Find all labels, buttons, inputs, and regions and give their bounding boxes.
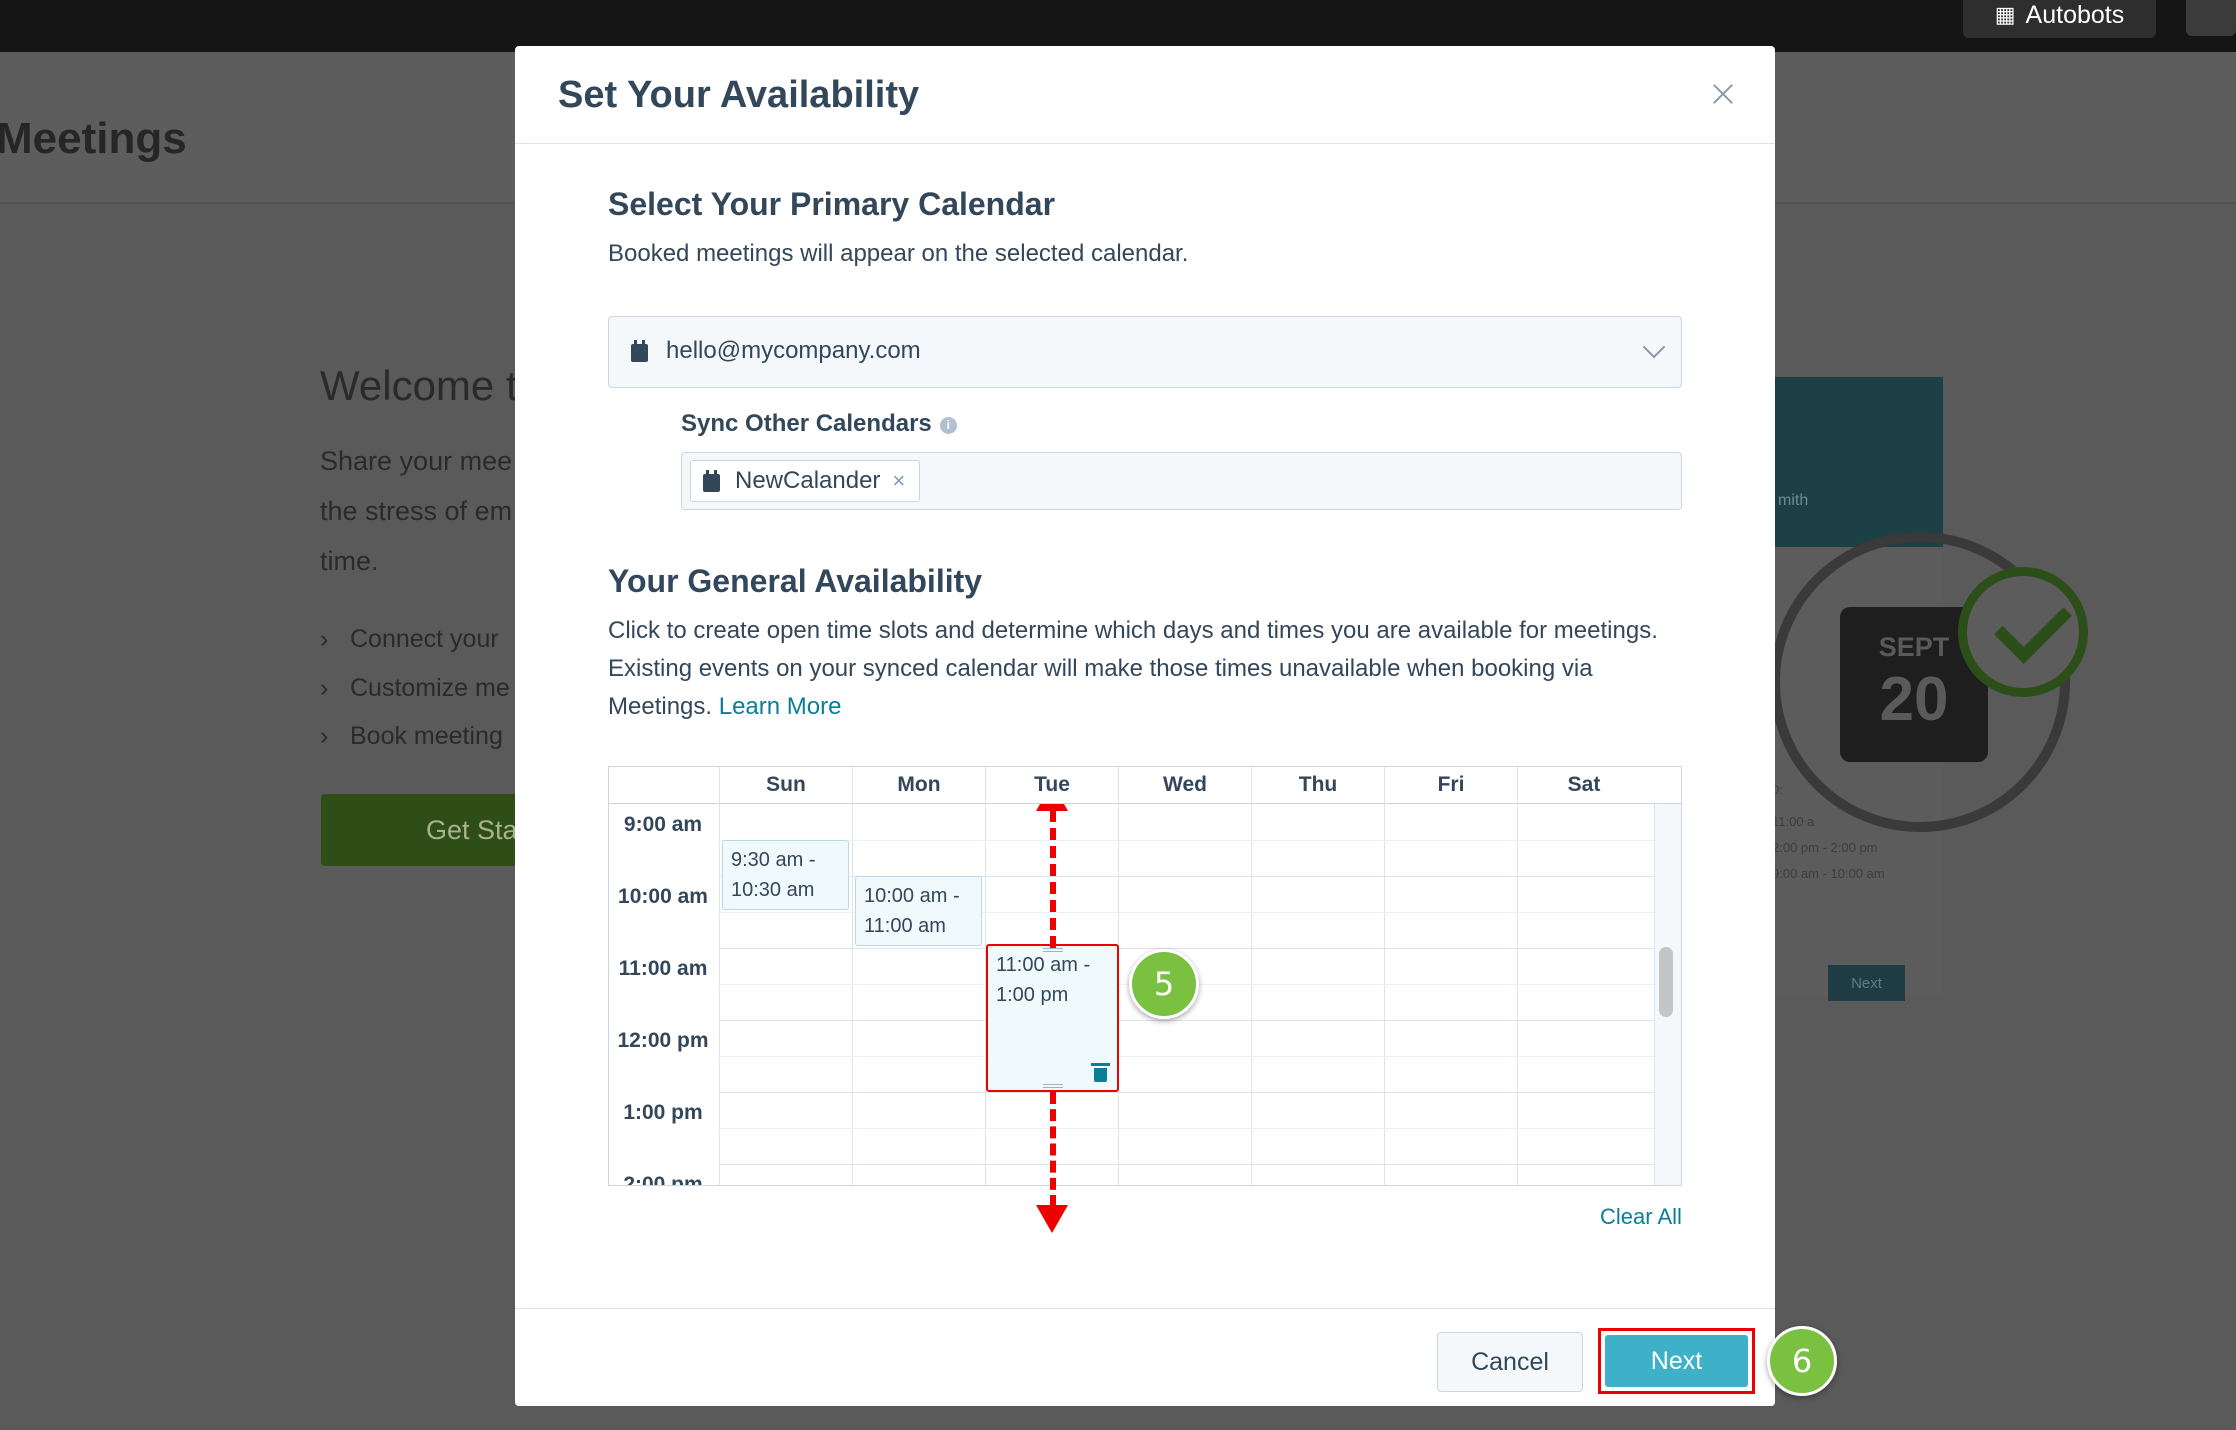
time-slot-mon[interactable]: 10:00 am -11:00 am	[855, 876, 982, 946]
cancel-button[interactable]: Cancel	[1437, 1332, 1583, 1392]
modal-title: Set Your Availability	[558, 74, 920, 116]
trash-icon[interactable]	[1091, 1063, 1110, 1082]
account-name: Autobots	[2025, 0, 2125, 29]
page-title: Meetings	[0, 114, 187, 163]
half-hour-line	[719, 840, 1654, 841]
calendar-tag: NewCalander ×	[690, 460, 921, 502]
chevron-right-icon: ›	[320, 722, 329, 750]
time-label: 1:00 pm	[623, 1101, 703, 1124]
top-navigation-bar: ▦ Autobots	[0, 0, 2236, 52]
chevron-right-icon: ›	[320, 625, 329, 653]
calendar-tag-label: NewCalander	[735, 467, 881, 494]
drag-arrow-up	[1050, 810, 1056, 948]
primary-calendar-value: hello@mycompany.com	[666, 337, 921, 364]
close-icon[interactable]	[1708, 79, 1738, 109]
sync-calendars-input[interactable]: NewCalander ×	[681, 452, 1682, 510]
intro-line: Share your mee	[320, 446, 513, 476]
half-hour-line	[719, 1056, 1654, 1057]
illustration-text: 9:00 am - 10:00 am	[1772, 866, 1885, 881]
modal-header: Set Your Availability	[515, 46, 1775, 144]
availability-description-line: Click to create open time slots and dete…	[608, 617, 1658, 644]
next-button-highlight: Next	[1598, 1328, 1755, 1394]
arrow-down-icon	[1036, 1205, 1068, 1233]
day-header-row: Sun Mon Tue Wed Thu Fri Sat	[609, 767, 1681, 804]
availability-description-line: Existing events on your synced calendar …	[608, 655, 1593, 682]
resize-handle-top[interactable]	[1042, 948, 1063, 952]
chevron-right-icon: ›	[320, 674, 329, 702]
availability-title: Your General Availability	[608, 563, 983, 599]
intro-line: time.	[320, 546, 379, 576]
sync-calendars-label: Sync Other Calendars i	[681, 410, 957, 438]
illustration-text: 2:00 pm - 2:00 pm	[1772, 840, 1878, 855]
half-hour-line	[719, 1128, 1654, 1129]
time-label: 10:00 am	[618, 885, 708, 908]
day-header: Sat	[1517, 767, 1650, 804]
drag-arrow-down	[1050, 1092, 1056, 1207]
intro-line: the stress of em	[320, 496, 513, 526]
hour-line	[719, 1164, 1654, 1165]
primary-calendar-title: Select Your Primary Calendar	[608, 186, 1056, 222]
calendar-day: 20	[1879, 665, 1949, 734]
hour-line	[719, 948, 1654, 949]
resize-handle-bottom[interactable]	[1042, 1084, 1063, 1088]
scrollbar-thumb[interactable]	[1659, 947, 1673, 1017]
hour-line	[719, 1020, 1654, 1021]
learn-more-link[interactable]: Learn More	[719, 693, 842, 720]
next-button[interactable]: Next	[1605, 1335, 1748, 1387]
feature-list-item: › Book meeting	[320, 722, 503, 750]
chevron-down-icon	[1642, 335, 1666, 359]
primary-calendar-subtitle: Booked meetings will appear on the selec…	[608, 240, 1189, 267]
remove-tag-icon[interactable]: ×	[892, 461, 905, 501]
time-label: 12:00 pm	[617, 1029, 709, 1052]
day-header: Fri	[1384, 767, 1517, 804]
day-header: Thu	[1251, 767, 1384, 804]
step-badge-6: 6	[1767, 1326, 1837, 1396]
feature-list-item: › Connect your	[320, 625, 499, 653]
building-icon: ▦	[1994, 2, 2016, 27]
feature-list-item: › Customize me	[320, 674, 510, 702]
time-label: 11:00 am	[618, 957, 708, 980]
clear-all-link[interactable]: Clear All	[1600, 1204, 1682, 1230]
illustration-text: 11:00 a	[1772, 814, 1815, 829]
step-badge-5: 5	[1129, 949, 1199, 1019]
calendar-icon	[703, 470, 720, 492]
welcome-heading: Welcome t	[320, 362, 518, 409]
day-header: Tue	[985, 767, 1118, 804]
day-header: Wed	[1118, 767, 1251, 804]
get-started-button: Get Sta	[321, 794, 521, 866]
time-slot-tue[interactable]: 11:00 am -1:00 pm	[986, 944, 1119, 1092]
avatar[interactable]	[2186, 0, 2236, 36]
calendar-icon	[631, 340, 648, 362]
time-slot-sun[interactable]: 9:30 am -10:30 am	[722, 840, 849, 910]
day-header: Sun	[719, 767, 852, 804]
illustration-header: mith	[1760, 377, 1943, 547]
availability-description-line: Meetings. Learn More	[608, 693, 842, 720]
primary-calendar-select[interactable]: hello@mycompany.com	[608, 316, 1682, 388]
checkmark-icon	[1958, 567, 2088, 697]
day-header: Mon	[852, 767, 985, 804]
illustration-next-button: Next	[1828, 965, 1905, 1001]
account-switcher[interactable]: ▦ Autobots	[1963, 0, 2156, 38]
availability-modal: Set Your Availability Select Your Primar…	[515, 46, 1775, 1406]
hour-line	[719, 1092, 1654, 1093]
info-icon[interactable]: i	[939, 417, 957, 434]
time-label: 9:00 am	[623, 813, 703, 836]
time-label: 2:00 pm	[623, 1173, 703, 1186]
modal-footer	[515, 1308, 1775, 1406]
